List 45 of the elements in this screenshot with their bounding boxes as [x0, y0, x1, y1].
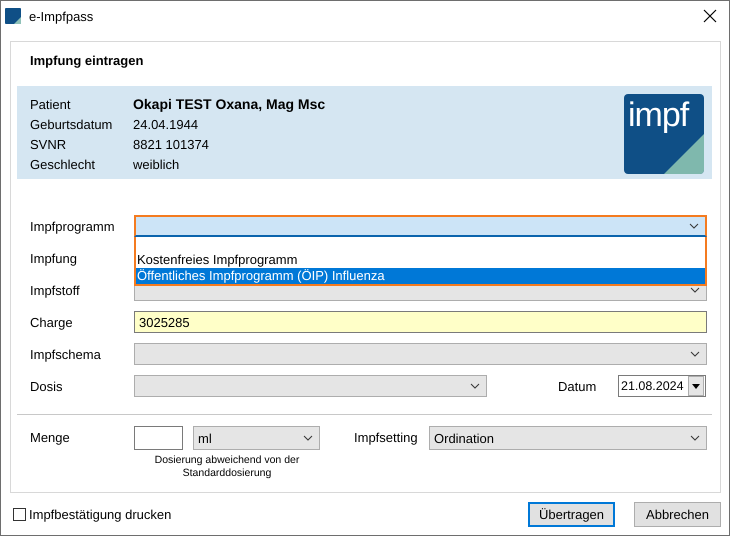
patient-field-label: SVNR: [30, 136, 68, 152]
app-logo-icon: [5, 8, 21, 24]
chevron-down-icon: [689, 223, 699, 229]
date-picker-field[interactable]: 21.08.2024: [618, 375, 706, 397]
field-label: Charge: [30, 314, 74, 330]
checkbox-label: Impfbestätigung drucken: [29, 507, 172, 522]
field-label: Impfschema: [30, 346, 102, 362]
date-dropdown-button[interactable]: [688, 376, 704, 396]
patient-field-label: Geburtsdatum: [30, 116, 114, 132]
chevron-down-icon: [690, 351, 700, 357]
chevron-down-icon: [303, 435, 313, 441]
checkbox[interactable]: [13, 508, 26, 521]
field-label: Impfstoff: [30, 282, 81, 298]
field-label: Impfsetting: [354, 429, 419, 447]
dialog-button[interactable]: Abbrechen: [634, 502, 721, 527]
window-title: e-Impfpass: [29, 8, 94, 24]
dropdown-field[interactable]: [134, 343, 707, 365]
patient-field-value: 8821 101374: [133, 136, 209, 152]
patient-field-value: Okapi TEST Oxana, Mag Msc: [133, 96, 326, 112]
field-label: Dosis: [30, 378, 64, 394]
dropdown-option[interactable]: Öffentliches Impfprogramm (ÖIP) Influenza: [136, 268, 705, 284]
field-label: Impfprogramm: [30, 218, 116, 234]
dosage-hint-text: Dosierung abweichend von der Standarddosierung: [154, 454, 300, 480]
dropdown-option[interactable]: Kostenfreies Impfprogramm: [136, 252, 705, 268]
dialog-button[interactable]: Übertragen: [528, 502, 615, 527]
patient-field-value: 24.04.1944: [133, 116, 198, 132]
chevron-down-icon: [690, 435, 700, 441]
setting-dropdown[interactable]: Ordination: [429, 426, 707, 450]
field-label: Datum: [558, 378, 598, 394]
section-title: Impfung eintragen: [29, 52, 144, 70]
patient-field-label: Patient: [30, 96, 72, 112]
chevron-down-icon: [690, 287, 700, 293]
dropdown-field[interactable]: [134, 215, 707, 237]
chevron-down-icon: [470, 383, 480, 389]
triangle-down-icon: [692, 384, 700, 388]
amount-input-field[interactable]: [134, 426, 183, 450]
impf-logo: impf: [624, 94, 704, 174]
unit-dropdown[interactable]: ml: [193, 426, 320, 450]
patient-field-label: Geschlecht: [30, 156, 96, 172]
patient-field-value: weiblich: [133, 156, 180, 172]
field-label: Menge: [30, 429, 71, 447]
dropdown-field[interactable]: [134, 375, 487, 397]
charge-input-field[interactable]: 3025285: [134, 311, 707, 333]
field-label: Impfung: [30, 250, 78, 266]
close-icon[interactable]: [703, 9, 717, 23]
